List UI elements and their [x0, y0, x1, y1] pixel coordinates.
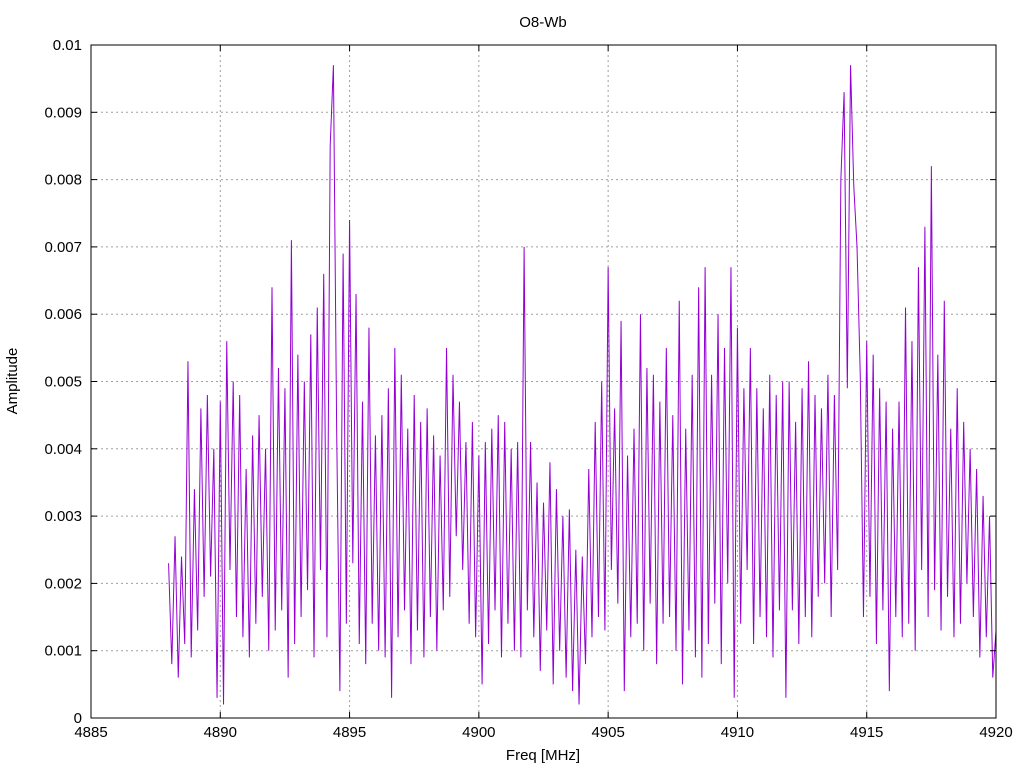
x-tick-label: 4905 [591, 724, 624, 741]
x-tick-label: 4915 [850, 724, 883, 741]
chart: 4885 4890 4895 4900 4905 4910 4915 492000.0010.… [4, 14, 1013, 764]
x-tick-label: 4920 [979, 724, 1012, 741]
y-tick-label: 0 [74, 710, 82, 727]
series-line [168, 65, 997, 705]
y-tick-label: 0.003 [44, 508, 82, 525]
x-tick-label: 4900 [462, 724, 495, 741]
y-axis-label: Amplitude [4, 348, 21, 415]
x-tick-label: 4890 [204, 724, 237, 741]
y-tick-label: 0.006 [44, 306, 82, 323]
y-tick-label: 0.005 [44, 374, 82, 391]
y-tick-label: 0.009 [44, 104, 82, 121]
y-tick-label: 0.002 [44, 575, 82, 592]
y-tick-label: 0.001 [44, 643, 82, 660]
y-tick-label: 0.004 [44, 441, 82, 458]
y-tick-label: 0.01 [53, 37, 82, 54]
y-tick-label: 0.008 [44, 172, 82, 189]
x-axis-label: Freq [MHz] [506, 747, 580, 764]
chart-title: O8-Wb [519, 14, 567, 31]
y-tick-label: 0.007 [44, 239, 82, 256]
x-tick-label: 4895 [333, 724, 366, 741]
x-tick-label: 4910 [721, 724, 754, 741]
